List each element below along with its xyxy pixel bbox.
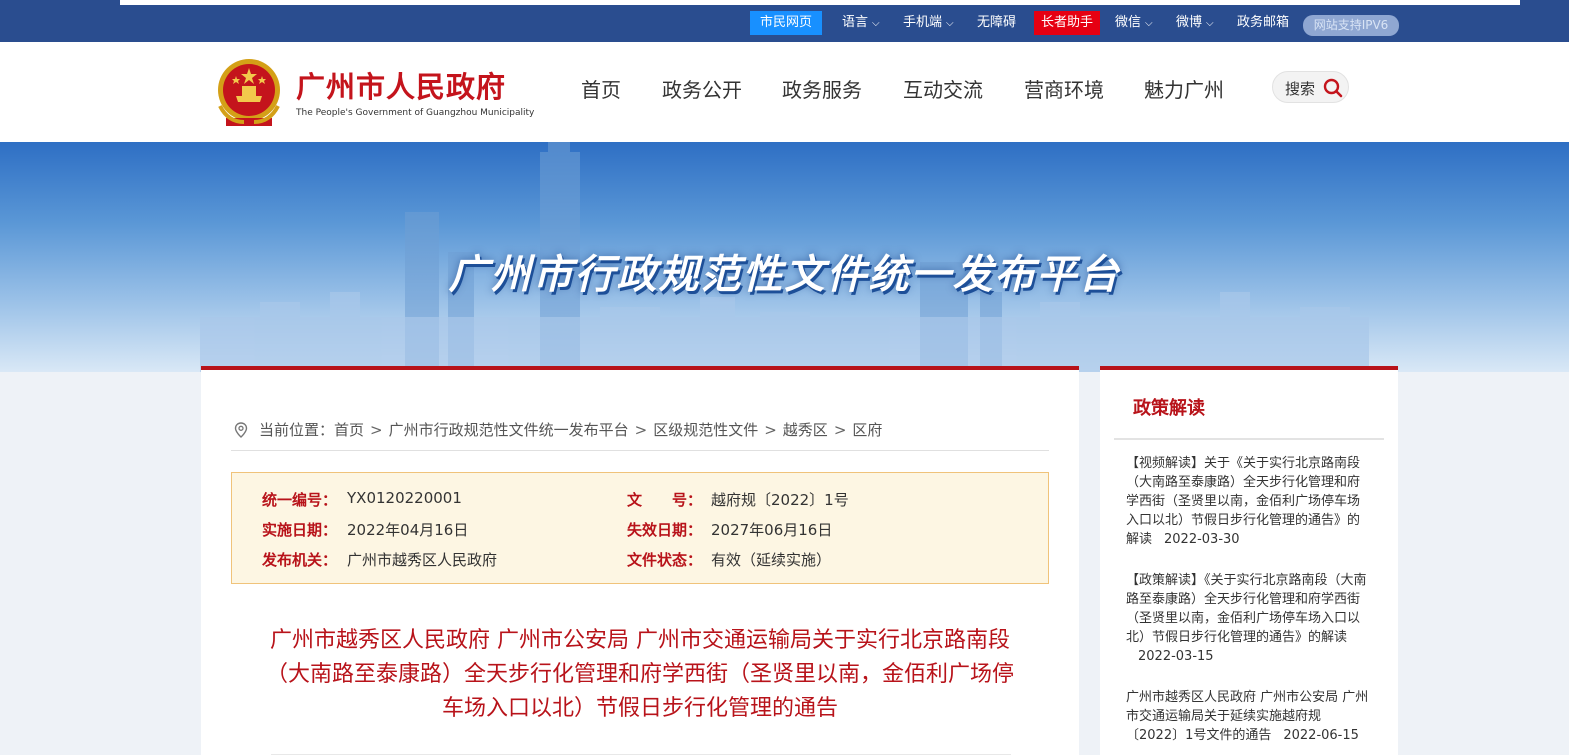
code-value: YX0120220001 <box>347 489 462 507</box>
top-bar: 市民网页 语言 ⌵ 手机端 ⌵ 无障碍 长者助手 微信 ⌵ 微博 ⌵ 政务邮箱 网站支持… <box>0 0 1569 42</box>
end-date-value: 2027年06月16日 <box>711 521 833 539</box>
side-panel-divider <box>1114 438 1384 440</box>
breadcrumb-item-home[interactable]: 首页 <box>334 421 364 439</box>
interpretation-item-date: 2022-03-30 <box>1164 532 1240 547</box>
side-panel-title: 政策解读 <box>1133 398 1205 419</box>
national-emblem-logo[interactable] <box>214 56 284 128</box>
breadcrumb: 当前位置：首页 > 广州市行政规范性文件统一发布平台 > 区级规范性文件 > 越秀区 > 区府 <box>234 419 882 440</box>
weibo-menu[interactable]: 微博 ⌵ <box>1176 12 1214 34</box>
interpretation-item[interactable]: 【政策解读】《关于实行北京路南段（大南路至泰康路）全天步行化管理和府学西街（圣贤… <box>1126 571 1372 666</box>
issuer-value: 广州市越秀区人民政府 <box>347 551 498 569</box>
site-logo-subtitle: The People's Government of Guangzhou Mun… <box>296 108 535 118</box>
search-button[interactable]: 搜索 <box>1272 71 1349 103</box>
status-value: 有效（延续实施） <box>711 551 832 569</box>
interpretation-item-date: 2022-06-15 <box>1283 728 1359 743</box>
mobile-label: 手机端 <box>903 15 943 30</box>
mobile-menu[interactable]: 手机端 ⌵ <box>903 12 954 34</box>
breadcrumb-separator: > <box>370 421 383 439</box>
breadcrumb-separator: > <box>634 421 648 439</box>
document-title: 广州市越秀区人民政府 广州市公安局 广州市交通运输局关于实行北京路南段（大南路至… <box>265 628 1014 721</box>
language-menu[interactable]: 语言 ⌵ <box>842 12 880 34</box>
chevron-down-icon: ⌵ <box>1206 18 1214 29</box>
search-icon <box>1323 78 1343 98</box>
site-logo-title[interactable]: 广州市人民政府 <box>296 64 506 106</box>
status-label: 文件状态： <box>627 551 703 569</box>
interpretation-item-date: 2022-03-15 <box>1138 649 1214 664</box>
breadcrumb-item-yuexiu[interactable]: 越秀区 <box>783 421 828 439</box>
code-label: 统一编号： <box>262 491 338 509</box>
breadcrumb-divider <box>231 450 1049 451</box>
wechat-label: 微信 <box>1115 15 1142 30</box>
nav-business-environment[interactable]: 营商环境 <box>1024 74 1104 103</box>
nav-government-services[interactable]: 政务服务 <box>782 74 862 103</box>
interpretation-item-text: 【政策解读】《关于实行北京路南段（大南路至泰康路）全天步行化管理和府学西街（圣贤… <box>1126 573 1367 645</box>
accessibility-link[interactable]: 无障碍 <box>977 12 1016 34</box>
issuer-label: 发布机关： <box>262 551 338 569</box>
weibo-label: 微博 <box>1176 15 1203 30</box>
doc-number-value: 越府规〔2022〕1号 <box>711 491 849 509</box>
elder-assistant-button[interactable]: 长者助手 <box>1034 11 1100 35</box>
chevron-down-icon: ⌵ <box>872 18 880 29</box>
site-header: 广州市人民政府 The People's Government of Guang… <box>0 42 1569 142</box>
breadcrumb-item-district-docs[interactable]: 区级规范性文件 <box>653 421 758 439</box>
citizen-page-link[interactable]: 市民网页 <box>750 11 822 35</box>
breadcrumb-separator: > <box>833 421 847 439</box>
nav-government-affairs[interactable]: 政务公开 <box>662 74 742 103</box>
nav-charming-guangzhou[interactable]: 魅力广州 <box>1144 74 1224 103</box>
chevron-down-icon: ⌵ <box>1145 18 1153 29</box>
top-strip <box>120 0 1520 5</box>
chevron-down-icon: ⌵ <box>946 18 954 29</box>
gov-mail-link[interactable]: 政务邮箱 <box>1237 12 1289 34</box>
interpretation-item[interactable]: 【视频解读】关于《关于实行北京路南段（大南路至泰康路）全天步行化管理和府学西街（… <box>1126 454 1372 549</box>
document-info-box: 统一编号： YX0120220001 文 号： 越府规〔2022〕1号 实施日期… <box>231 472 1049 584</box>
nav-home[interactable]: 首页 <box>581 74 621 103</box>
start-date-label: 实施日期： <box>262 521 338 539</box>
breadcrumb-item-district-gov[interactable]: 区府 <box>852 421 882 439</box>
breadcrumb-separator: > <box>764 421 777 439</box>
end-date-label: 失效日期： <box>627 521 703 539</box>
location-pin-icon <box>234 422 248 438</box>
policy-interpretation-panel: 政策解读 【视频解读】关于《关于实行北京路南段（大南路至泰康路）全天步行化管理和… <box>1100 366 1398 755</box>
start-date-value: 2022年04月16日 <box>347 521 469 539</box>
nav-interaction[interactable]: 互动交流 <box>903 74 983 103</box>
language-label: 语言 <box>842 15 869 30</box>
ipv6-badge: 网站支持IPV6 <box>1303 15 1399 36</box>
breadcrumb-item-platform[interactable]: 广州市行政规范性文件统一发布平台 <box>389 421 629 439</box>
wechat-menu[interactable]: 微信 ⌵ <box>1115 12 1153 34</box>
main-content-panel: 当前位置：首页 > 广州市行政规范性文件统一发布平台 > 区级规范性文件 > 越秀区 > 区府 … <box>201 366 1079 755</box>
hero-banner: 广州市行政规范性文件统一发布平台 <box>0 142 1569 372</box>
search-label: 搜索 <box>1285 80 1316 98</box>
interpretation-item-text: 【视频解读】关于《关于实行北京路南段（大南路至泰康路）全天步行化管理和府学西街（… <box>1126 456 1361 547</box>
doc-number-label: 文 号： <box>627 491 703 509</box>
interpretation-item[interactable]: 广州市越秀区人民政府 广州市公安局 广州市交通运输局关于延续实施越府规〔2022… <box>1126 688 1372 745</box>
breadcrumb-prefix: 当前位置： <box>259 421 335 439</box>
banner-title: 广州市行政规范性文件统一发布平台 <box>448 252 1121 298</box>
